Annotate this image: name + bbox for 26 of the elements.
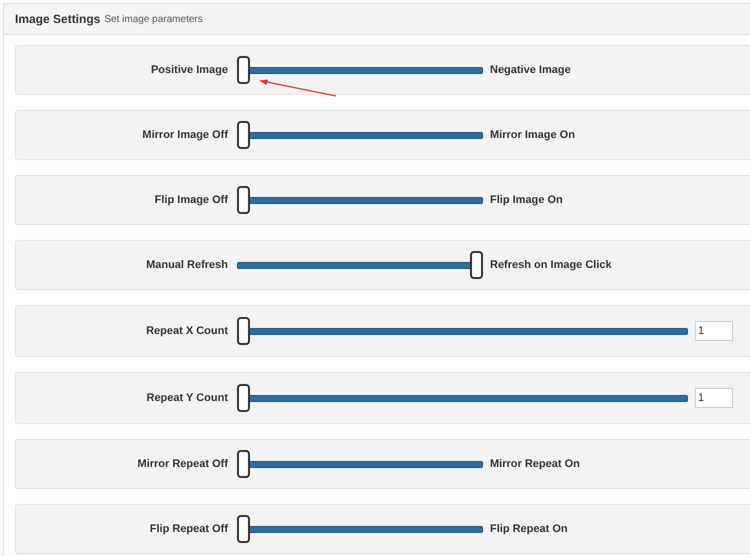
slider-thumb[interactable] [237,384,250,412]
setting-label: Refresh on Image Click [490,258,612,273]
setting-label: Manual Refresh [145,258,229,273]
setting-label: Negative Image [490,62,571,78]
setting-label: Repeat X Count [145,324,229,339]
count-field[interactable]: 1 [695,388,733,408]
slider-thumb[interactable] [237,186,250,214]
setting-label: Mirror Repeat On [490,456,580,472]
setting-label: Repeat Y Count [146,390,229,406]
setting-label: Mirror Image On [490,128,575,143]
slider-thumb[interactable] [470,251,483,279]
count-field[interactable]: 1 [695,321,733,341]
setting-label: Mirror Image Off [141,128,229,143]
panel-subtitle: Set image parameters [104,12,203,26]
slider-thumb[interactable] [237,450,250,478]
slider-thumb[interactable] [237,317,250,345]
slider-thumb[interactable] [237,515,250,543]
setting-label: Mirror Repeat Off [136,456,229,472]
setting-label: Flip Image Off [154,192,229,208]
setting-label: Positive Image [150,62,229,78]
panel-title: Image Settings [15,11,100,28]
setting-label: Flip Image On [490,192,563,208]
setting-label: Flip Repeat On [490,522,568,537]
slider-thumb[interactable] [237,56,250,84]
setting-label: Flip Repeat Off [148,522,229,537]
slider-thumb[interactable] [237,121,250,149]
